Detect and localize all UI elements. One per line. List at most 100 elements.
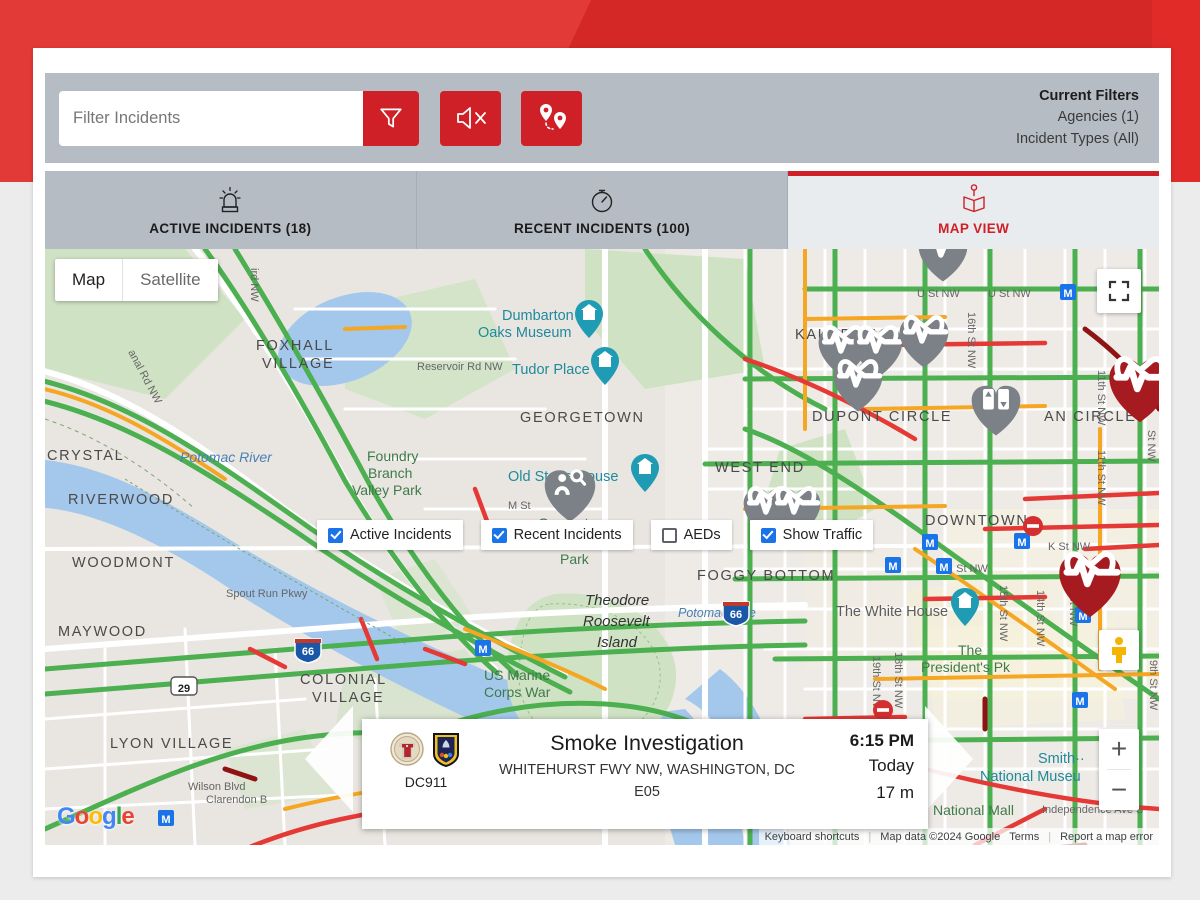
google-logo: Google: [57, 803, 135, 831]
filter-incidents-input[interactable]: [59, 90, 363, 146]
map-label: President's Pk: [921, 659, 1011, 675]
road-closure-icon[interactable]: [1023, 516, 1043, 536]
transit-station-icon[interactable]: M: [936, 558, 952, 574]
current-filters-title: Current Filters: [1039, 88, 1139, 105]
map-label: MAYWOOD: [58, 624, 147, 640]
zoom-out-button[interactable]: −: [1099, 770, 1139, 810]
map-street-label: 9th St NW: [1147, 660, 1159, 711]
svg-text:M: M: [888, 561, 897, 573]
show-incident-routes-button[interactable]: [521, 90, 582, 146]
svg-text:M: M: [925, 538, 934, 550]
checkbox-recent-incidents[interactable]: [491, 527, 507, 543]
map-attribution: Keyboard shortcuts | Map data ©2024 Goog…: [758, 828, 1159, 845]
tab-recent-incidents-label: RECENT INCIDENTS (100): [513, 220, 691, 236]
transit-station-icon[interactable]: M: [1060, 284, 1076, 300]
tab-recent-incidents[interactable]: RECENT INCIDENTS (100): [416, 171, 789, 249]
map-street-label: 11th St NW: [1095, 450, 1107, 506]
map-label: Spout Run Pkwy: [226, 588, 308, 600]
street-view-pegman-button[interactable]: [1099, 630, 1139, 670]
map-type-map[interactable]: Map: [55, 259, 124, 301]
zoom-controls[interactable]: + −: [1099, 729, 1139, 810]
map-street-label: ird NW: [248, 268, 260, 302]
map-label: National Museu: [980, 769, 1081, 785]
map-fold-icon: [959, 183, 989, 215]
map-street-label: 15th St NW: [997, 585, 1009, 642]
fullscreen-button[interactable]: [1097, 269, 1141, 313]
map-label: K St NW: [1048, 541, 1091, 553]
map-label: Corps War: [484, 684, 551, 700]
svg-text:M: M: [1075, 696, 1084, 708]
street-view-pegman-icon: [1112, 637, 1126, 663]
current-filters-incident-types: Incident Types (All): [1015, 130, 1139, 147]
fullscreen-icon: [1108, 280, 1130, 302]
logo-char: e: [121, 803, 134, 830]
dc-fire-ems-badge-icon: [433, 733, 459, 767]
transit-station-icon[interactable]: M: [1014, 533, 1030, 549]
transit-station-icon[interactable]: M: [158, 810, 174, 826]
map-label: FOXHALL: [256, 338, 334, 354]
report-map-error-link[interactable]: Report a map error: [1060, 831, 1153, 843]
incident-agency: DC911: [376, 729, 476, 790]
layer-toggle-active-incidents[interactable]: Active Incidents: [317, 520, 463, 550]
incident-unit: E05: [634, 784, 660, 800]
terms-link[interactable]: Terms: [1009, 831, 1039, 843]
map-label: Dumbarton: [502, 308, 574, 324]
map-label: DOWNTOWN: [925, 513, 1029, 529]
chevron-right-icon: [925, 706, 973, 812]
map-pins-route-icon: [539, 104, 566, 130]
map-label: Foundry: [367, 448, 418, 464]
map-label: Roosevelt: [583, 613, 651, 630]
zoom-in-button[interactable]: +: [1099, 729, 1139, 769]
transit-station-icon[interactable]: M: [475, 640, 491, 656]
checkbox-show-traffic[interactable]: [760, 527, 776, 543]
filter-button[interactable]: [363, 90, 419, 146]
map-label: The White House: [836, 604, 948, 620]
tab-active-incidents-label: ACTIVE INCIDENTS (18): [149, 220, 312, 236]
route-shield: 29: [170, 676, 198, 696]
transit-station-icon[interactable]: M: [922, 534, 938, 550]
layer-toggle-show-traffic[interactable]: Show Traffic: [749, 520, 874, 550]
next-incident-button[interactable]: [923, 706, 975, 817]
road-closure-icon[interactable]: [873, 700, 893, 720]
mute-alerts-button[interactable]: [440, 90, 501, 146]
map-type-toggle[interactable]: Map Satellite: [55, 259, 218, 301]
chevron-left-icon: [305, 706, 353, 812]
map-label: Branch: [368, 465, 412, 481]
previous-incident-button[interactable]: [303, 706, 355, 817]
layer-toggle-aeds[interactable]: AEDs: [650, 520, 732, 550]
map-label: WEST END: [715, 460, 805, 476]
svg-text:M: M: [161, 814, 170, 826]
incident-agency-name: DC911: [404, 774, 448, 790]
map-layer-toggles: Active Incidents Recent Incidents AEDs S…: [317, 520, 874, 550]
map-label: Park: [560, 551, 590, 567]
attrib-divider: |: [868, 830, 872, 843]
map-label: Smith··: [1038, 751, 1085, 767]
map-label: U St NW: [988, 288, 1031, 300]
map-label: Wilson Blvd: [188, 781, 245, 793]
tab-active-incidents[interactable]: ACTIVE INCIDENTS (18): [45, 171, 417, 249]
map-label: VILLAGE: [262, 356, 334, 372]
keyboard-shortcuts-link[interactable]: Keyboard shortcuts: [765, 831, 860, 843]
layer-toggle-recent-incidents[interactable]: Recent Incidents: [480, 520, 633, 550]
current-filters: Current Filters Agencies (1) Incident Ty…: [1016, 86, 1145, 149]
transit-station-icon[interactable]: M: [1072, 692, 1088, 708]
checkbox-aeds[interactable]: [661, 527, 677, 543]
transit-station-icon[interactable]: M: [885, 557, 901, 573]
incident-detail-card[interactable]: DC911 Smoke Investigation WHITEHURST FWY…: [362, 719, 928, 829]
svg-text:M: M: [1017, 537, 1026, 549]
svg-text:M: M: [478, 644, 487, 656]
map-canvas[interactable]: .nb{font-family:"Liberation Sans",sans-s…: [45, 249, 1159, 845]
map-label: CRYSTAL: [47, 448, 124, 464]
map-label: US Marine: [484, 667, 550, 683]
map-label: Reservoir Rd NW: [417, 361, 503, 373]
incident-time: 6:15 PM: [849, 731, 914, 750]
incident-day: Today: [868, 756, 914, 775]
map-label: LYON VILLAGE: [110, 736, 233, 752]
tab-map-view[interactable]: MAP VIEW: [788, 171, 1160, 249]
map-type-satellite[interactable]: Satellite: [123, 259, 217, 301]
tab-map-view-label: MAP VIEW: [938, 220, 1010, 236]
svg-text:M: M: [939, 562, 948, 574]
checkbox-active-incidents[interactable]: [328, 527, 343, 543]
map-label: Clarendon B: [206, 794, 267, 806]
map-label: The: [958, 642, 982, 658]
